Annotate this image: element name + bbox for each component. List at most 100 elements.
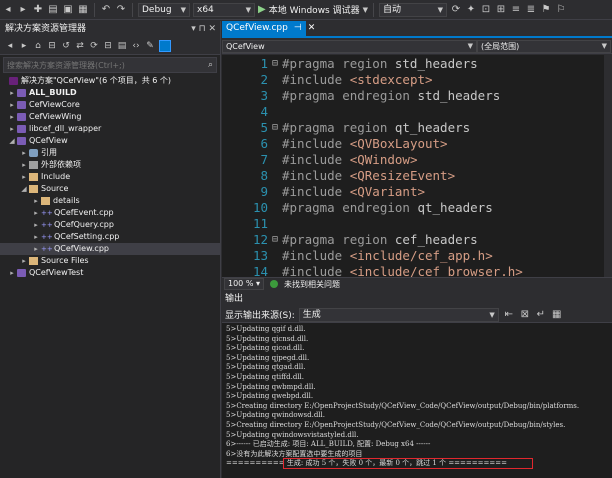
code-line[interactable]: 10 #pragma endregion qt_headers [222, 199, 604, 215]
pin-icon[interactable]: ⊣ [294, 21, 302, 36]
expand-icon[interactable]: ▸ [32, 219, 40, 231]
tree-item-references[interactable]: ▸ 引用 [0, 147, 220, 159]
tree-item-source[interactable]: ◢ Source [0, 183, 220, 195]
format-icon[interactable]: ≡ [510, 4, 522, 16]
redo-icon[interactable]: ↷ [115, 4, 127, 16]
mode-dropdown[interactable]: 自动 ▼ [379, 2, 447, 17]
expand-icon[interactable]: ▸ [20, 159, 28, 171]
tree-item-external-deps[interactable]: ▸ 外部依赖项 [0, 159, 220, 171]
expand-icon[interactable]: ▸ [20, 147, 28, 159]
new-project-icon[interactable]: ✚ [32, 4, 44, 16]
expand-icon[interactable]: ▸ [8, 99, 16, 111]
code-line[interactable]: 13 #include <include/cef_app.h> [222, 247, 604, 263]
code-line[interactable]: 2 #include <stdexcept> [222, 71, 604, 87]
save-all-icon[interactable]: ▦ [77, 4, 89, 16]
word-wrap-icon[interactable]: ↵ [535, 309, 547, 321]
tree-item-qcefevent[interactable]: ▸ ++ QCefEvent.cpp [0, 207, 220, 219]
tree-item-details[interactable]: ▸ details [0, 195, 220, 207]
panel-options-icon[interactable]: ▾ ⊓ ✕ [191, 21, 216, 37]
zoom-dropdown[interactable]: 100 % ▾ [224, 278, 264, 290]
code-line[interactable]: 12 ⊟ #pragma region cef_headers [222, 231, 604, 247]
close-icon[interactable]: ✕ [308, 21, 316, 36]
code-editor[interactable]: 1 ⊟ #pragma region std_headers 2 #include <s… [222, 55, 604, 277]
expand-icon[interactable]: ▸ [8, 111, 16, 123]
back-icon[interactable]: ◂ [5, 40, 15, 52]
expand-icon[interactable]: ▸ [32, 243, 40, 255]
expand-icon[interactable]: ▸ [8, 267, 16, 279]
refresh-icon[interactable]: ⟳ [89, 40, 99, 52]
expand-icon[interactable]: ▸ [32, 195, 40, 207]
show-all-files-icon[interactable]: ▤ [117, 40, 127, 52]
tree-item-all-build[interactable]: ▸ ALL_BUILD [0, 87, 220, 99]
output-source-dropdown[interactable]: 生成 ▼ [298, 307, 499, 322]
expand-icon[interactable]: ▸ [20, 171, 28, 183]
expand-icon[interactable]: ▸ [8, 123, 16, 135]
fold-toggle-icon[interactable]: ⊟ [268, 234, 282, 245]
bookmark-next-icon[interactable]: ⚐ [555, 4, 567, 16]
platform-dropdown[interactable]: x64 ▼ [193, 2, 255, 17]
forward-icon[interactable]: ▸ [19, 40, 29, 52]
fold-toggle-icon[interactable]: ⊟ [268, 58, 282, 69]
tree-item-solution[interactable]: 解决方案"QCefView"(6 个项目，共 6 个) [0, 75, 220, 87]
collapse-icon[interactable]: ◢ [8, 135, 16, 147]
output-text[interactable]: 5>Updating qgif d.dll. 5>Updating qicnsd.… [222, 323, 612, 469]
editor-vertical-scrollbar[interactable] [604, 55, 612, 277]
collapse-icon[interactable]: ◢ [20, 183, 28, 195]
pending-changes-icon[interactable]: ↺ [61, 40, 71, 52]
forward-icon[interactable]: ▸ [17, 4, 29, 16]
solution-search-box[interactable]: ⌕ [3, 57, 217, 73]
tree-item-include[interactable]: ▸ Include [0, 171, 220, 183]
clear-all-icon[interactable]: ⊠ [519, 309, 531, 321]
expand-icon[interactable]: ▸ [32, 231, 40, 243]
code-line[interactable]: 7 #include <QWindow> [222, 151, 604, 167]
tree-item-qcefsetting[interactable]: ▸ ++ QCefSetting.cpp [0, 231, 220, 243]
open-file-icon[interactable]: ▤ [47, 4, 59, 16]
code-line[interactable]: 11 [222, 215, 604, 231]
code-line[interactable]: 1 ⊟ #pragma region std_headers [222, 55, 604, 71]
scope-nav-dropdown[interactable]: (全局范围) ▼ [477, 39, 611, 53]
tree-item-qcefview-cpp[interactable]: ▸ ++ QCefView.cpp [0, 243, 220, 255]
code-line[interactable]: 14 #include <include/cef_browser.h> [222, 263, 604, 278]
expand-icon[interactable]: ▸ [8, 87, 16, 99]
back-icon[interactable]: ◂ [2, 4, 14, 16]
project-nav-dropdown[interactable]: QCefView ▼ [222, 39, 477, 53]
code-line[interactable]: 9 #include <QVariant> [222, 183, 604, 199]
tab-qcefview-cpp[interactable]: QCefView.cpp ⊣ ✕ [222, 21, 315, 36]
tree-item-cefviewcore[interactable]: ▸ CefViewCore [0, 99, 220, 111]
switch-views-icon[interactable]: ⊟ [47, 40, 57, 52]
bookmark-icon[interactable]: ⚑ [540, 4, 552, 16]
breakpoint-icon[interactable]: ⊞ [495, 4, 507, 16]
home-icon[interactable]: ⌂ [33, 40, 43, 52]
sync-icon[interactable]: ⇄ [75, 40, 85, 52]
step-icon[interactable]: ⊡ [480, 4, 492, 16]
code-line[interactable]: 5 ⊟ #pragma region qt_headers [222, 119, 604, 135]
run-debugger-button[interactable]: ▶ 本地 Windows 调试器 ▼ [258, 3, 368, 16]
properties-icon[interactable]: ✎ [145, 40, 155, 52]
solution-search-input[interactable] [7, 60, 187, 70]
tree-item-qcefviewtest[interactable]: ▸ QCefViewTest [0, 267, 220, 279]
fire-icon[interactable]: ✦ [465, 4, 477, 16]
undo-icon[interactable]: ↶ [100, 4, 112, 16]
code-line[interactable]: 4 [222, 103, 604, 119]
expand-icon[interactable]: ▸ [20, 255, 28, 267]
preview-selected-icon[interactable] [159, 39, 171, 52]
code-view-icon[interactable]: ‹› [131, 40, 141, 52]
expand-icon[interactable]: ▸ [32, 207, 40, 219]
tree-item-qcefview[interactable]: ◢ QCefView [0, 135, 220, 147]
find-message-icon[interactable]: ⇤ [503, 309, 515, 321]
collapse-all-icon[interactable]: ⊟ [103, 40, 113, 52]
comment-icon[interactable]: ≣ [525, 4, 537, 16]
tree-item-cefviewwing[interactable]: ▸ CefViewWing [0, 111, 220, 123]
issues-status[interactable]: 未找到相关问题 [284, 279, 340, 290]
tree-item-source-files[interactable]: ▸ Source Files [0, 255, 220, 267]
save-icon[interactable]: ▣ [62, 4, 74, 16]
code-line[interactable]: 8 #include <QResizeEvent> [222, 167, 604, 183]
toggle-icon[interactable]: ▦ [551, 309, 563, 321]
code-line[interactable]: 6 #include <QVBoxLayout> [222, 135, 604, 151]
code-line[interactable]: 3 #pragma endregion std_headers [222, 87, 604, 103]
hot-reload-icon[interactable]: ⟳ [450, 4, 462, 16]
tree-item-libcef-dll-wrapper[interactable]: ▸ libcef_dll_wrapper [0, 123, 220, 135]
config-dropdown[interactable]: Debug ▼ [138, 2, 190, 17]
fold-toggle-icon[interactable]: ⊟ [268, 122, 282, 133]
tree-item-qcefquery[interactable]: ▸ ++ QCefQuery.cpp [0, 219, 220, 231]
